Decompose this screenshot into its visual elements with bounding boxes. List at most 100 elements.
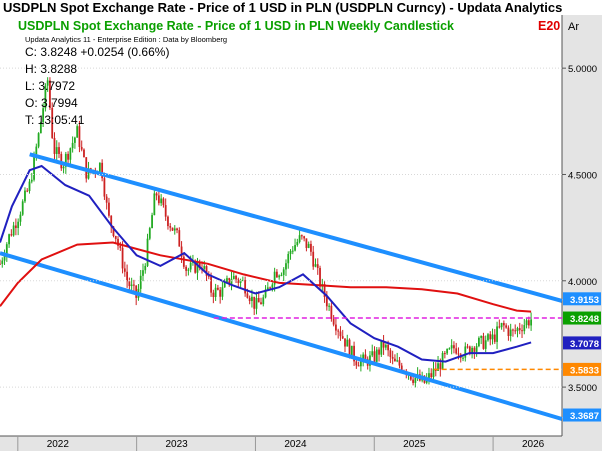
candle-body (19, 214, 22, 222)
candle-body (35, 146, 38, 156)
candle-body (337, 330, 340, 332)
candle-body (450, 345, 453, 349)
candle-body (98, 162, 101, 172)
candle-body (462, 357, 464, 359)
candle-body (496, 326, 498, 342)
candle-body (37, 133, 40, 147)
info-low: L: 3.7972 (25, 79, 75, 93)
candle-body (255, 298, 258, 309)
candle-body (335, 324, 337, 331)
candle-body (518, 328, 521, 331)
candle-body (394, 358, 396, 362)
candle-body (3, 256, 6, 261)
candle-body (257, 298, 260, 303)
candle-body (153, 193, 156, 216)
x-tick-label: 2026 (522, 439, 545, 450)
candle-body (214, 287, 217, 298)
candle-body (103, 178, 106, 197)
candle-body (521, 330, 523, 332)
candle-body (21, 201, 24, 215)
candle-body (344, 338, 346, 347)
candle-body (355, 361, 358, 366)
candle-body (144, 265, 147, 271)
candle-body (316, 264, 319, 268)
candlestick-chart[interactable]: 5.0000 4.5000 4.0000 3.5000 2022 2023 2024 2025… (0, 0, 602, 451)
info-high: H: 3.8288 (25, 62, 77, 76)
candle-body (371, 351, 374, 356)
candle-body (502, 322, 505, 326)
candle-body (142, 270, 144, 276)
candle-body (448, 348, 451, 350)
candle-body (314, 264, 317, 267)
price-label-text: 3.3687 (570, 411, 599, 422)
candle-body (162, 198, 165, 206)
candle-body (269, 287, 271, 289)
candle-body (516, 328, 519, 332)
candle-body (303, 236, 306, 239)
candle-body (203, 266, 206, 269)
candle-body (525, 320, 528, 326)
candle-body (260, 302, 262, 305)
candle-body (160, 198, 163, 204)
axis-tag: Ar (568, 21, 579, 33)
x-tick-label: 2025 (403, 439, 426, 450)
candle-body (348, 339, 351, 357)
candle-body (248, 297, 251, 302)
candle-body (278, 275, 281, 278)
candle-body (219, 289, 222, 297)
info-close: C: 3.8248 +0.0254 (0.66%) (25, 45, 169, 59)
price-label-text: 3.7078 (570, 339, 599, 350)
chart-title: USDPLN Spot Exchange Rate - Price of 1 U… (18, 19, 454, 33)
price-label-text: 3.9153 (570, 295, 599, 306)
candle-body (289, 250, 292, 254)
candle-body (133, 284, 135, 286)
candle-body (523, 325, 526, 332)
candle-body (287, 253, 290, 264)
candle-body (285, 263, 287, 270)
candle-body (493, 334, 496, 342)
candle-body (391, 356, 394, 359)
candle-body (312, 251, 315, 267)
candle-body (246, 293, 249, 298)
candle-body (443, 353, 446, 355)
candle-body (53, 137, 56, 154)
candle-body (478, 337, 480, 347)
candle-body (235, 275, 237, 280)
candle-body (123, 268, 126, 272)
candle-body (83, 149, 85, 158)
candle-body (105, 196, 108, 203)
candle-body (230, 279, 233, 285)
candle-body (505, 325, 508, 328)
candle-body (300, 235, 303, 237)
candle-body (210, 276, 212, 293)
candle-body (157, 195, 160, 204)
price-label-text: 3.8248 (570, 314, 599, 325)
candle-body (69, 148, 72, 160)
candle-body (305, 238, 308, 248)
candle-body (414, 377, 417, 383)
y-tick-label: 4.5000 (568, 170, 597, 181)
candle-body (455, 348, 458, 354)
candle-body (24, 190, 26, 202)
candle-body (26, 190, 29, 192)
candle-body (176, 228, 178, 231)
candle-body (126, 271, 129, 282)
candle-body (412, 379, 414, 383)
candle-body (364, 354, 367, 359)
candle-body (430, 373, 433, 378)
candle-body (244, 280, 247, 294)
candle-body (251, 296, 253, 302)
candle-body (296, 241, 299, 246)
candle-body (514, 330, 517, 332)
candle-body (17, 221, 20, 229)
candle-body (226, 278, 228, 283)
candle-body (384, 344, 387, 348)
y-tick-label: 5.0000 (568, 64, 597, 75)
candle-body (439, 363, 442, 370)
candle-body (291, 250, 294, 252)
candle-body (187, 269, 190, 271)
candle-body (357, 365, 360, 367)
candle-body (216, 287, 219, 290)
candle-body (498, 326, 501, 328)
candle-body (173, 228, 176, 231)
